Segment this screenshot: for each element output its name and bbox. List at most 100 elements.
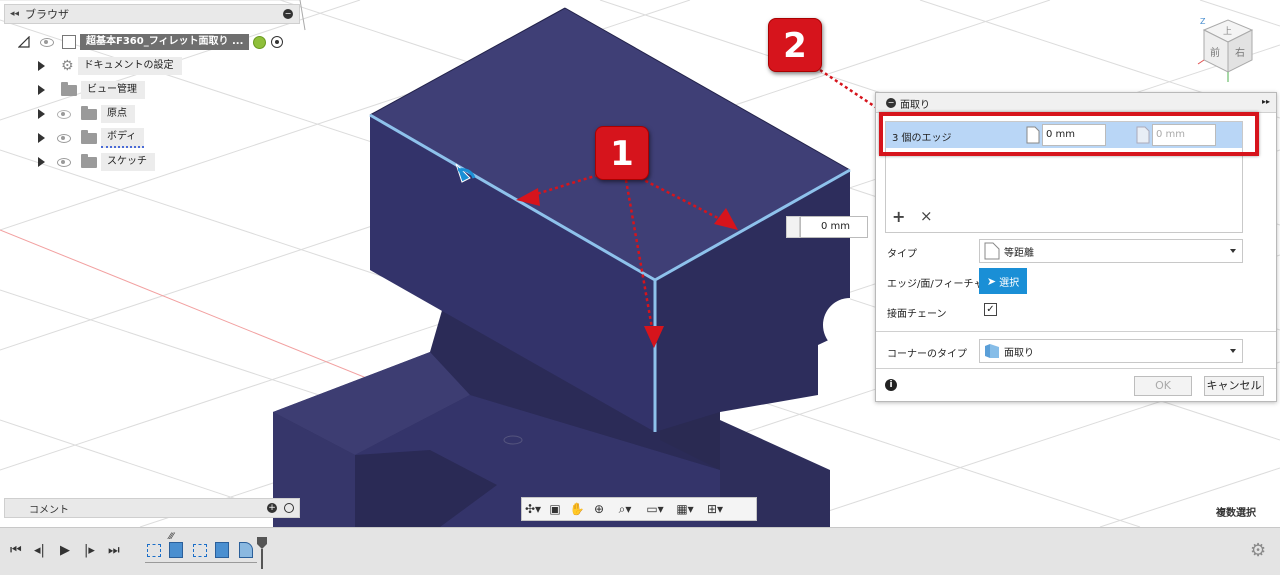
display-settings-icon[interactable]: ▭▾ [640, 498, 670, 520]
expand-triangle-icon[interactable] [38, 85, 45, 95]
sketch-feature-icon[interactable] [147, 544, 161, 557]
z-axis-line [299, 0, 306, 31]
timeline-end-icon[interactable]: ⏭ [108, 543, 120, 559]
hidden-eye-icon[interactable] [57, 109, 71, 119]
type-value: 等距離 [1004, 247, 1034, 259]
footer-divider [876, 368, 1276, 369]
annotation-badge-2: 2 [768, 18, 822, 72]
viewcube-right-label: 右 [1235, 46, 1245, 59]
info-icon[interactable]: i [885, 379, 897, 391]
comment-panel-header[interactable]: コメント + [4, 498, 300, 518]
annotation-badge-1: 1 [595, 126, 649, 180]
dialog-expand-icon[interactable]: ▸▸ [1262, 97, 1270, 106]
browser-root-row[interactable]: 超基本F360_フィレット面取り ... [18, 32, 284, 52]
equal-distance-icon [984, 242, 1000, 260]
select-button-label: 選択 [999, 277, 1020, 289]
tree-item-label: ビュー管理 [81, 81, 145, 99]
zoom-icon[interactable]: ⊕ [588, 498, 610, 520]
browser-item-bodies[interactable]: ボディ [38, 128, 145, 148]
ok-button[interactable]: OK [1134, 376, 1192, 396]
extrude-feature-icon[interactable] [215, 542, 229, 558]
browser-item-origin[interactable]: 原点 [38, 104, 135, 124]
viewports-icon[interactable]: ⊞▾ [700, 498, 730, 520]
tangent-chain-checkbox[interactable]: ✓ [984, 303, 997, 316]
orbit-icon[interactable]: ✣▾ [522, 498, 544, 520]
svg-text:Z: Z [1200, 17, 1206, 26]
expanded-triangle-icon[interactable] [18, 36, 30, 48]
document-icon [62, 35, 76, 49]
tree-item-label: ボディ [101, 128, 145, 148]
dialog-titlebar[interactable]: − 面取り ▸▸ [876, 93, 1276, 113]
browser-title: ブラウザ [25, 8, 70, 21]
add-row-icon[interactable]: + [892, 207, 905, 226]
corner-type-dropdown[interactable]: 面取り [979, 339, 1243, 363]
expand-triangle-icon[interactable] [38, 157, 45, 167]
timeline-start-icon[interactable]: ⏮ [10, 543, 22, 559]
remove-row-icon[interactable]: × [920, 207, 933, 225]
folder-icon [81, 153, 97, 168]
timeline-step-back-icon[interactable]: ◂| [34, 543, 45, 559]
type-label: タイプ [887, 249, 917, 260]
sketch-feature-icon[interactable] [193, 544, 207, 557]
visibility-eye-icon[interactable] [40, 37, 54, 47]
browser-item-document-settings[interactable]: ⚙ ドキュメントの設定 [38, 56, 182, 76]
browser-item-sketches[interactable]: スケッチ [38, 152, 155, 172]
pan-hand-icon[interactable]: ✋ [566, 498, 588, 520]
visibility-eye-icon[interactable] [57, 133, 71, 143]
timeline-step-forward-icon[interactable]: |▸ [84, 543, 95, 559]
timeline-settings-gear-icon[interactable]: ⚙ [1250, 540, 1266, 561]
timeline-track [145, 562, 257, 563]
type-dropdown[interactable]: 等距離 [979, 239, 1243, 263]
navigation-toolbar[interactable]: ✣▾ ▣ ✋ ⊕ ⌕▾ ▭▾ ▦▾ ⊞▾ [521, 497, 757, 521]
dialog-title: 面取り [900, 100, 930, 111]
edges-label: エッジ/面/フィーチャ [887, 279, 984, 290]
tree-item-label: スケッチ [101, 153, 155, 171]
highlight-frame [879, 112, 1259, 156]
browser-header[interactable]: ◂◂ ブラウザ − [4, 4, 300, 24]
comment-panel-title: コメント [29, 504, 69, 516]
look-at-icon[interactable]: ▣ [544, 498, 566, 520]
inline-distance-input[interactable]: 0 mm [800, 216, 868, 238]
select-button[interactable]: ➤ 選択 [979, 268, 1027, 294]
dialog-collapse-icon[interactable]: − [886, 98, 896, 108]
fit-zoom-icon[interactable]: ⌕▾ [610, 498, 640, 520]
root-document-name[interactable]: 超基本F360_フィレット面取り ... [80, 34, 250, 50]
timeline-features[interactable]: ⁄⁄⁄ [145, 532, 265, 568]
chevron-down-icon [1230, 349, 1236, 353]
activate-radio-icon[interactable] [271, 36, 284, 48]
multi-select-status: 複数選択 [1216, 508, 1256, 519]
add-comment-icon[interactable]: + [267, 503, 277, 513]
visibility-eye-icon[interactable] [57, 157, 71, 167]
corner-chamfer-icon [985, 344, 999, 358]
tree-item-label: 原点 [101, 105, 135, 123]
timeline-play-icon[interactable]: ▶ [60, 543, 70, 559]
gear-icon: ⚙ [61, 58, 74, 74]
timeline-bar[interactable]: ⏮ ◂| ▶ |▸ ⏭ ⁄⁄⁄ ⚙ [0, 527, 1280, 575]
expand-triangle-icon[interactable] [38, 133, 45, 143]
viewcube[interactable]: Z 上 前 右 [1196, 10, 1262, 90]
corner-type-label: コーナーのタイプ [887, 349, 967, 360]
tangent-chain-label: 接面チェーン [887, 309, 947, 320]
comment-toggle-icon[interactable] [284, 503, 294, 513]
chamfer-dialog[interactable]: − 面取り ▸▸ 3 個のエッジ 0 mm 0 mm + × タイプ 等距離 エ… [875, 92, 1277, 402]
expand-triangle-icon[interactable] [38, 61, 45, 71]
version-status-icon[interactable] [253, 35, 267, 49]
edit-marks-icon: ⁄⁄⁄ [169, 532, 174, 542]
inline-field-handle[interactable] [786, 216, 800, 238]
timeline-marker-icon[interactable] [256, 536, 268, 570]
chevron-down-icon [1230, 249, 1236, 253]
collapse-panel-icon[interactable]: ◂◂ [10, 9, 19, 19]
section-divider [876, 331, 1276, 332]
cancel-button[interactable]: キャンセル [1204, 376, 1264, 396]
corner-type-value: 面取り [1004, 347, 1034, 359]
chamfer-feature-icon[interactable] [239, 542, 253, 558]
tree-item-label: ドキュメントの設定 [77, 57, 182, 75]
expand-triangle-icon[interactable] [38, 109, 45, 119]
extrude-feature-icon[interactable] [169, 542, 183, 558]
viewcube-top-label: 上 [1223, 26, 1232, 37]
browser-item-view-management[interactable]: ビュー管理 [38, 80, 145, 100]
panel-minimize-icon[interactable]: − [283, 9, 293, 19]
folder-icon [81, 129, 97, 144]
folder-icon [81, 105, 97, 120]
grid-settings-icon[interactable]: ▦▾ [670, 498, 700, 520]
